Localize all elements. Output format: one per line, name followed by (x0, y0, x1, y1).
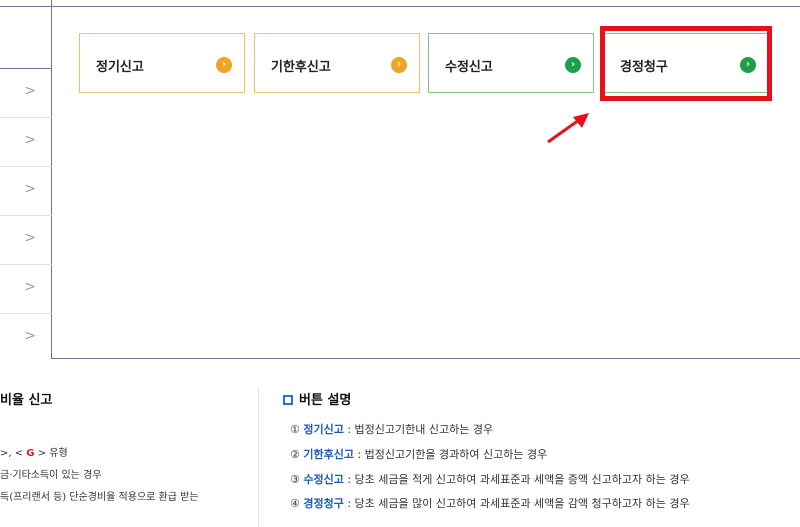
pointer-arrow-icon (547, 113, 589, 144)
left-menu-item[interactable]: > (0, 118, 52, 167)
left-desc-line: >, < G > 유형 (0, 448, 68, 459)
amended-filing-label: 수정신고 (445, 60, 493, 75)
desc-item: ③ 수정신고 : 당초 세금을 적게 신고하여 과세표준과 세액을 증액 신고하… (290, 473, 690, 486)
highlight-box (600, 26, 772, 101)
button-section-title: 버튼 설명 (283, 389, 351, 408)
left-menu-item[interactable]: > (0, 167, 52, 216)
left-menu-item[interactable]: > (0, 265, 52, 314)
left-menu-item[interactable]: > (0, 314, 52, 362)
left-menu-item[interactable]: > (0, 216, 52, 265)
chevron-right-icon: > (24, 83, 36, 99)
chevron-right-icon: > (24, 230, 36, 246)
desc-item: ① 정기신고 : 법정신고기한내 신고하는 경우 (290, 423, 494, 436)
left-section-title: 비율 신고 (0, 393, 53, 408)
desc-item: ② 기한후신고 : 법정신고기한을 경과하여 신고하는 경우 (290, 448, 548, 461)
arrow-circle-icon: › (216, 57, 232, 73)
desc-item: ④ 경정청구 : 당초 세금을 많이 신고하여 과세표준과 세액을 감액 청구하… (290, 497, 690, 510)
left-menu: > > > > > > (0, 68, 52, 361)
late-filing-button[interactable]: 기한후신고 › (254, 33, 420, 93)
chevron-right-icon: > (24, 328, 36, 344)
left-desc-line: 금·기타소득이 있는 경우 (0, 470, 102, 481)
chevron-right-icon: > (24, 181, 36, 197)
arrow-circle-icon: › (391, 57, 407, 73)
divider (258, 386, 259, 527)
amended-filing-button[interactable]: 수정신고 › (428, 33, 594, 93)
chevron-right-icon: > (24, 279, 36, 295)
regular-filing-button[interactable]: 정기신고 › (79, 33, 245, 93)
regular-filing-label: 정기신고 (96, 60, 144, 75)
square-bullet-icon (283, 395, 293, 405)
left-menu-item[interactable]: > (0, 69, 52, 118)
chevron-right-icon: > (24, 132, 36, 148)
arrow-circle-icon: › (565, 57, 581, 73)
late-filing-label: 기한후신고 (271, 60, 331, 75)
left-desc-line: 득(프리랜서 등) 단순경비율 적용으로 환급 받는 (0, 492, 199, 503)
